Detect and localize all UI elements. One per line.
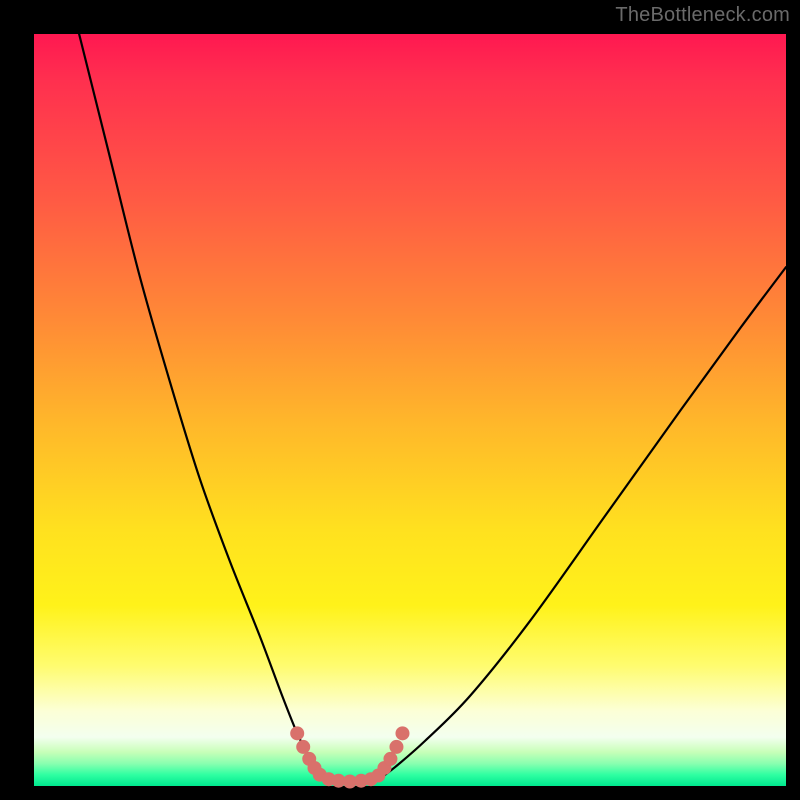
valley-markers <box>290 726 409 788</box>
right-curve <box>380 267 786 778</box>
valley-dot <box>383 752 397 766</box>
chart-frame: TheBottleneck.com <box>0 0 800 800</box>
valley-dot <box>290 726 304 740</box>
left-curve <box>79 34 320 778</box>
watermark-text: TheBottleneck.com <box>615 4 790 27</box>
curve-layer <box>34 34 786 786</box>
valley-dot <box>395 726 409 740</box>
valley-dot <box>389 740 403 754</box>
valley-dot <box>296 740 310 754</box>
